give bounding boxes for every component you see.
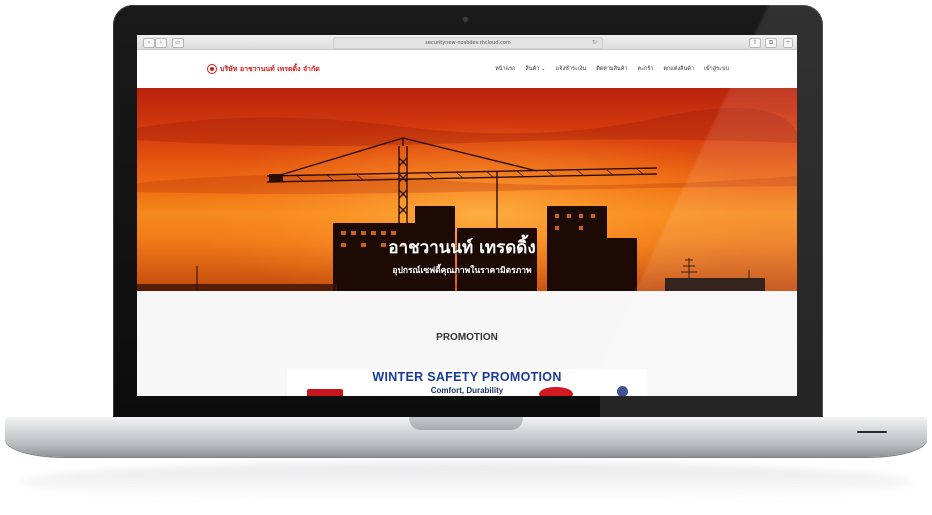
laptop-reflection: [20, 462, 912, 502]
forward-button[interactable]: ›: [155, 38, 167, 48]
page-content: PROMOTION WINTER SAFETY PROMOTION Comfor…: [137, 291, 797, 396]
promo-title: WINTER SAFETY PROMOTION: [372, 370, 562, 384]
site-navbar: บริษัท อาชวานนท์ เทรดดิ้ง จำกัด หน้าแรก …: [137, 50, 797, 88]
menu-item-products[interactable]: สินค้า ⌄: [525, 65, 545, 73]
laptop-notch: [409, 417, 523, 430]
logo-text: บริษัท อาชวานนท์ เทรดดิ้ง จำกัด: [220, 64, 320, 73]
sidebar-button[interactable]: ▭: [172, 38, 184, 48]
share-button[interactable]: ⇧: [749, 38, 761, 48]
laptop-indicator: [857, 431, 887, 433]
webcam-icon: [463, 17, 468, 22]
company-logo-icon: [207, 64, 217, 74]
promo-subtitle: Comfort, Durability: [430, 386, 504, 395]
menu-item-tracking[interactable]: ติดตามสินค้า: [596, 65, 627, 73]
back-button[interactable]: ‹: [143, 38, 155, 48]
menu-item-customize[interactable]: ตกแต่งสินค้า: [663, 65, 694, 73]
menu-item-home[interactable]: หน้าแรก: [495, 65, 515, 73]
menu-item-payment[interactable]: แจ้งชำระเงิน: [556, 65, 587, 73]
section-title: PROMOTION: [436, 332, 498, 343]
browser-toolbar: ‹ › ▭ securitynew-nosbdev.rhcloud.com ↻ …: [137, 35, 797, 50]
menu-item-login[interactable]: เข้าสู่ระบบ: [704, 65, 729, 73]
seal-badge-icon: [539, 387, 573, 396]
reload-icon[interactable]: ↻: [592, 38, 597, 48]
laptop-screen: ‹ › ▭ securitynew-nosbdev.rhcloud.com ↻ …: [137, 35, 797, 396]
promo-banner[interactable]: WINTER SAFETY PROMOTION Comfort, Durabil…: [287, 369, 647, 396]
hero-banner: อาชวานนท์ เทรดดิ้ง อุปกรณ์เซฟตี้คุณภาพใน…: [137, 88, 797, 291]
tabs-button[interactable]: ⧉: [765, 38, 777, 48]
menu-item-cart[interactable]: ตะกร้า: [638, 65, 654, 73]
address-bar[interactable]: securitynew-nosbdev.rhcloud.com ↻: [333, 37, 603, 49]
new-tab-button[interactable]: +: [783, 38, 793, 48]
hero-subtitle: อุปกรณ์เซฟตี้คุณภาพในราคามิตรภาพ: [392, 266, 532, 276]
hero-title: อาชวานนท์ เทรดดิ้ง: [388, 238, 536, 258]
site-logo[interactable]: บริษัท อาชวานนท์ เทรดดิ้ง จำกัด: [207, 63, 320, 75]
brand-circle-icon: [617, 386, 628, 396]
url-text: securitynew-nosbdev.rhcloud.com: [425, 40, 511, 46]
main-menu: หน้าแรก สินค้า ⌄ แจ้งชำระเงิน ติดตามสินค…: [495, 65, 729, 73]
